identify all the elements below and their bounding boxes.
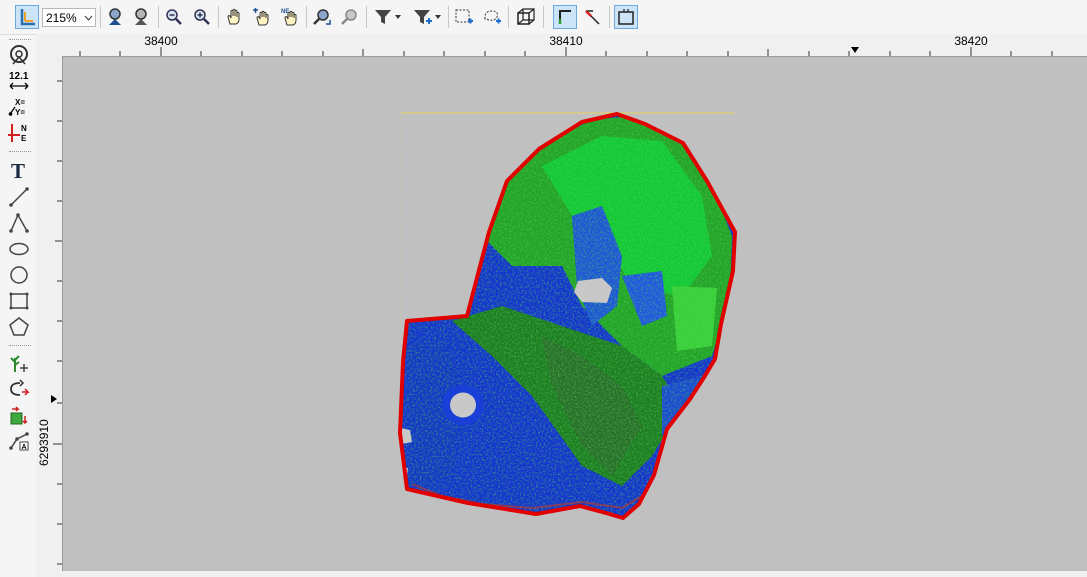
pan-north-button[interactable]: NE: [278, 5, 302, 29]
zoom-selection-icon: [341, 9, 357, 25]
frame-button[interactable]: [614, 5, 638, 29]
svg-text:Y=: Y=: [15, 108, 25, 117]
zoom-selection-button[interactable]: [338, 5, 362, 29]
pointer-snap-button[interactable]: [581, 5, 605, 29]
tree-plus-icon: [10, 355, 28, 372]
rectangle-select-icon: [455, 9, 473, 24]
text-tool[interactable]: T: [6, 158, 32, 182]
svg-text:T: T: [11, 159, 25, 181]
funnel-plus-icon: [414, 10, 441, 24]
pan-fit-button[interactable]: [250, 5, 274, 29]
text-icon: T: [11, 159, 25, 181]
map-canvas[interactable]: [62, 56, 1087, 571]
cube-icon: [517, 8, 535, 25]
y-ruler-ticks: [51, 80, 62, 565]
pan-button[interactable]: [222, 5, 246, 29]
north-east-tool[interactable]: NE: [6, 121, 32, 145]
hand-north-icon: NE: [281, 9, 297, 26]
locate-icon: [10, 45, 28, 65]
ne-icon: NE: [8, 124, 27, 143]
node-edit-icon: A: [9, 432, 29, 451]
polygon-icon: [9, 317, 29, 336]
polyline-tool[interactable]: [6, 211, 32, 235]
magnifier-plus-icon: [194, 9, 210, 25]
zoom-extent-icon: [313, 9, 331, 25]
x-ruler-ticks: [79, 47, 1053, 56]
corner-icon: [558, 10, 571, 24]
polyline-icon: [9, 213, 29, 233]
zoom-select[interactable]: 215%: [42, 8, 96, 27]
hand-icon: [227, 8, 240, 25]
xy-icon: X=Y=: [8, 98, 25, 117]
main-toolbar: 215% NE: [0, 0, 1087, 35]
zoom-in-button[interactable]: [104, 5, 128, 29]
zoom-out-icon: [135, 8, 147, 25]
zoom-out-button[interactable]: [130, 5, 154, 29]
zoom-next-button[interactable]: [190, 5, 214, 29]
hand-grid-icon: [253, 8, 269, 26]
rectangle-icon: [9, 292, 29, 310]
axes-icon: [20, 9, 35, 26]
zoom-previous-button[interactable]: [162, 5, 186, 29]
magnifier-minus-icon: [166, 9, 182, 25]
layer-move-icon: [10, 406, 28, 425]
chevron-down-icon[interactable]: [81, 9, 95, 26]
zoom-in-icon: [109, 8, 121, 25]
line-tool[interactable]: [6, 185, 32, 209]
frame-icon: [618, 9, 634, 25]
zoom-value: 215%: [46, 10, 77, 25]
add-point-tool[interactable]: [6, 351, 32, 375]
ellipse-icon: [9, 242, 29, 256]
measure-distance-tool[interactable]: 12.1: [6, 69, 32, 93]
layer-move-tool[interactable]: [6, 403, 32, 427]
svg-text:E: E: [21, 134, 27, 143]
horizontal-ruler: 38400 38410 38420: [36, 34, 1087, 56]
rotate-tool[interactable]: [6, 377, 32, 401]
select-rectangle-button[interactable]: [452, 5, 476, 29]
polygon-tool[interactable]: [6, 315, 32, 339]
filter-add-button[interactable]: [408, 5, 446, 29]
funnel-icon: [375, 10, 401, 24]
rotate-icon: [10, 379, 30, 396]
3d-view-button[interactable]: [514, 5, 538, 29]
rectangle-tool[interactable]: [6, 289, 32, 313]
select-lasso-button[interactable]: [480, 5, 504, 29]
node-edit-tool[interactable]: A: [6, 429, 32, 453]
corner-snap-button[interactable]: [553, 5, 577, 29]
ellipse-tool[interactable]: [6, 237, 32, 261]
vertical-ruler: 6293910: [36, 56, 62, 577]
line-icon: [9, 187, 29, 207]
zoom-extent-button[interactable]: [310, 5, 334, 29]
svg-text:N: N: [21, 124, 27, 133]
drawing-toolbar: 12.1 X= Y= NE T A: [0, 35, 37, 577]
coordinate-system-button[interactable]: [15, 5, 39, 29]
x-cursor-marker: [851, 47, 859, 53]
locate-tool[interactable]: [6, 43, 32, 67]
filter-button[interactable]: [370, 5, 406, 29]
svg-text:X=: X=: [15, 98, 25, 107]
svg-text:NE: NE: [281, 9, 289, 15]
circle-icon: [10, 266, 28, 284]
svg-text:A: A: [22, 444, 27, 451]
point-cloud-surface: [398, 112, 737, 520]
y-cursor-marker: [51, 395, 57, 403]
xy-coordinates-tool[interactable]: X= Y=: [6, 95, 32, 119]
lasso-select-icon: [484, 10, 501, 24]
pointer-icon: [585, 10, 600, 25]
svg-text:12.1: 12.1: [9, 71, 29, 82]
measure-icon: 12.1: [9, 71, 29, 90]
circle-tool[interactable]: [6, 263, 32, 287]
